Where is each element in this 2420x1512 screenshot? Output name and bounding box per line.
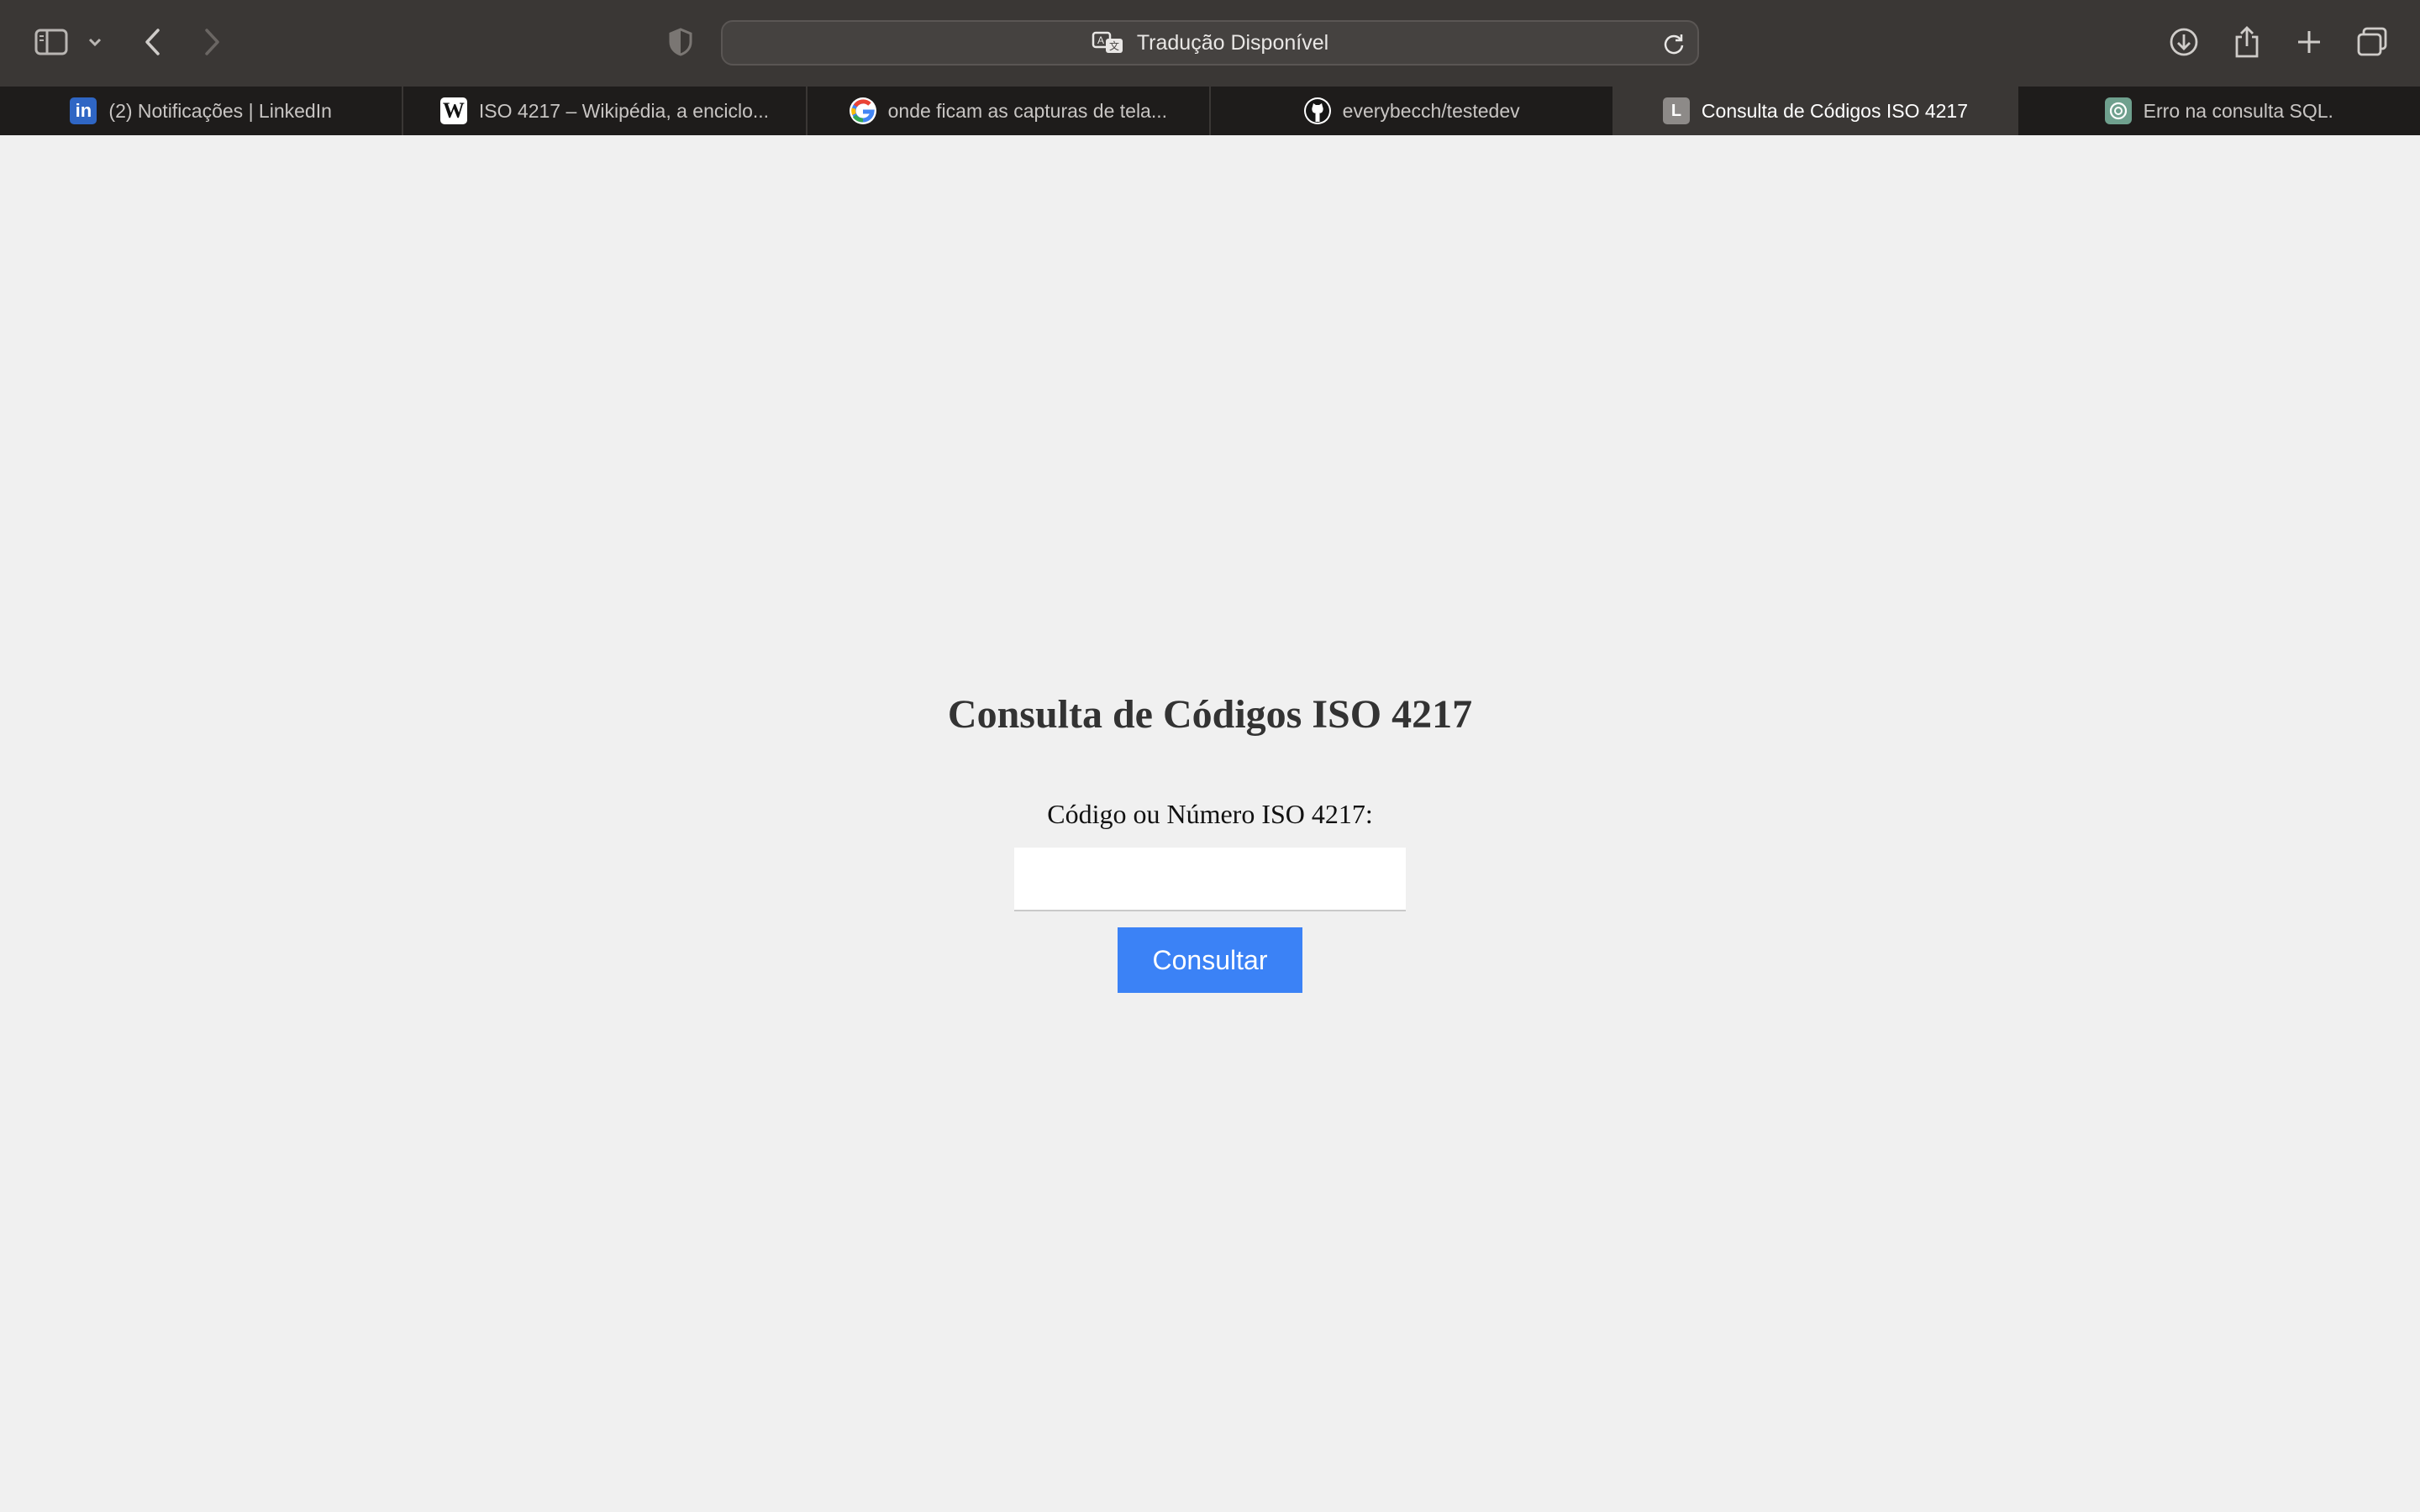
chevron-down-icon[interactable] [72,18,118,66]
download-icon[interactable] [2160,18,2207,66]
tab-label: everybecch/testedev [1342,99,1520,122]
page-title: Consulta de Códigos ISO 4217 [947,692,1473,737]
letter-l-icon: L [1662,97,1690,124]
sidebar-icon[interactable] [28,18,75,66]
translate-icon[interactable]: A文 [1092,30,1125,55]
browser-toolbar: A文 Tradução Disponível [0,0,2420,87]
tab-consulta-iso[interactable]: L Consulta de Códigos ISO 4217 [1612,87,2017,135]
share-icon[interactable] [2223,18,2270,66]
back-icon[interactable] [129,18,176,66]
wikipedia-icon: W [439,97,467,124]
tab-label: onde ficam as capturas de tela... [887,99,1168,122]
tab-bar: in (2) Notificações | LinkedIn W ISO 421… [0,87,2420,135]
tab-chatgpt[interactable]: Erro na consulta SQL. [2016,87,2420,135]
tabs-overview-icon[interactable] [2349,18,2396,66]
tab-label: Erro na consulta SQL. [2143,99,2333,122]
tab-github[interactable]: everybecch/testedev [1208,87,1612,135]
address-text: Tradução Disponível [1136,30,1329,55]
page-content: Consulta de Códigos ISO 4217 Código ou N… [0,135,2420,1512]
svg-text:文: 文 [1109,39,1119,52]
linkedin-icon: in [70,97,97,124]
tab-google[interactable]: onde ficam as capturas de tela... [805,87,1209,135]
google-icon [849,97,876,124]
svg-text:A: A [1097,34,1104,46]
plus-icon[interactable] [2286,18,2333,66]
iso-code-input[interactable] [1014,848,1406,911]
chatgpt-icon [2104,97,2132,124]
github-icon [1303,97,1331,124]
forward-icon[interactable] [188,18,235,66]
privacy-shield-icon[interactable] [657,18,704,66]
reload-icon[interactable] [1662,32,1686,61]
address-bar[interactable]: A文 Tradução Disponível [721,20,1699,66]
tab-wikipedia[interactable]: W ISO 4217 – Wikipédia, a enciclo... [402,87,805,135]
tab-label: (2) Notificações | LinkedIn [108,99,332,122]
tab-label: ISO 4217 – Wikipédia, a enciclo... [478,99,770,122]
tab-label: Consulta de Códigos ISO 4217 [1701,99,1969,122]
consultar-button[interactable]: Consultar [1118,927,1302,993]
iso-code-label: Código ou Número ISO 4217: [1047,799,1373,829]
tab-linkedin[interactable]: in (2) Notificações | LinkedIn [0,87,402,135]
